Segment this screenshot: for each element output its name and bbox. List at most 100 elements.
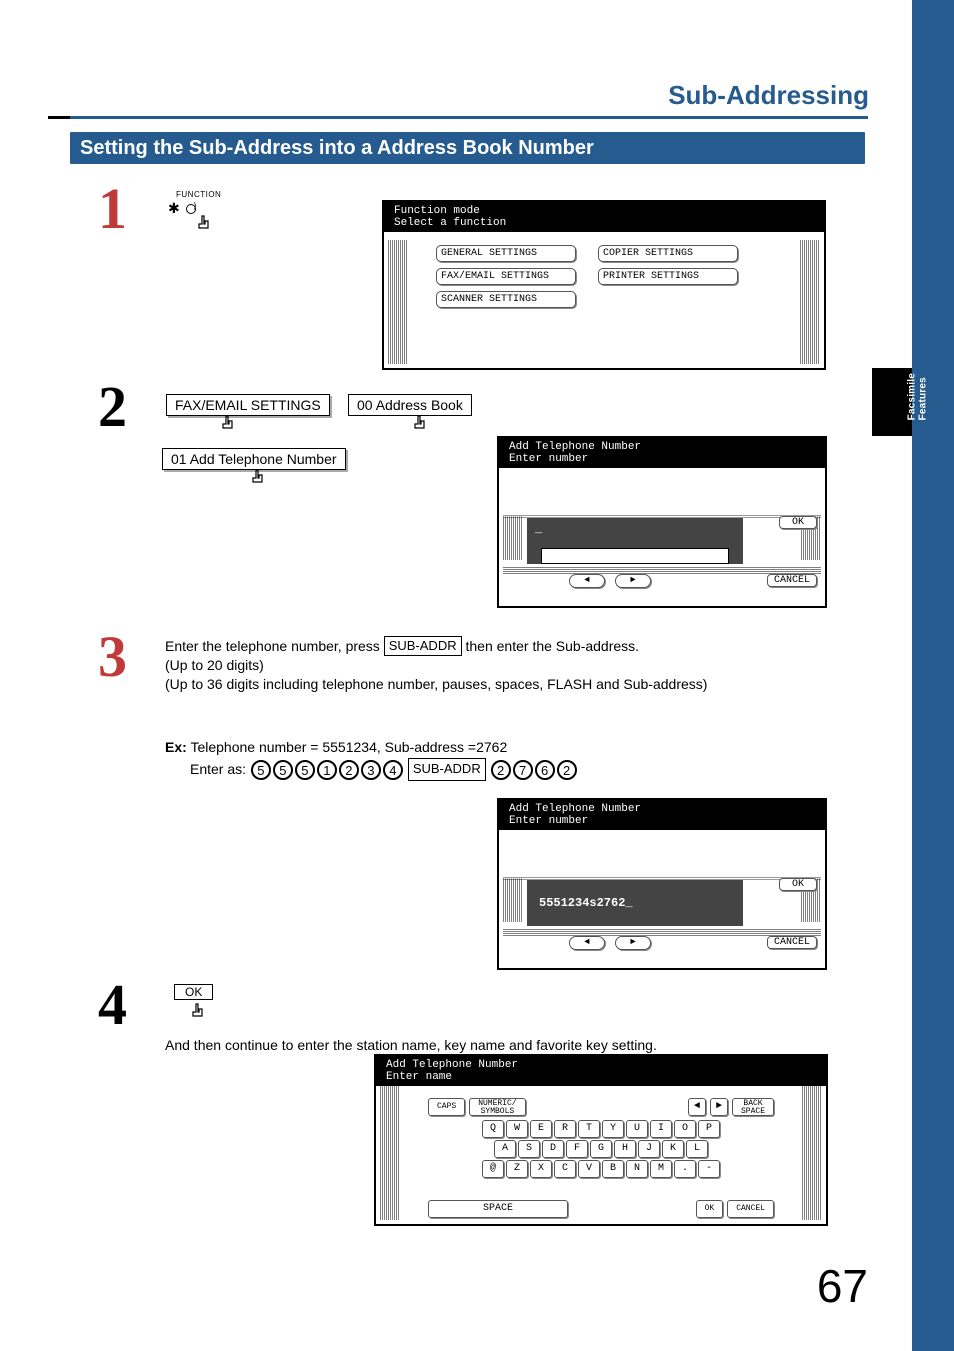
press-pointer-icon	[410, 414, 430, 437]
lcd-screen-enter-name: Add Telephone NumberEnter name CAPS NUME…	[374, 1054, 828, 1226]
left-arrow-button[interactable]: ◄	[569, 936, 605, 950]
space-key[interactable]: SPACE	[428, 1200, 568, 1218]
key-t[interactable]: T	[578, 1120, 600, 1138]
right-arrow-button[interactable]: ►	[615, 936, 651, 950]
key-f[interactable]: F	[566, 1140, 588, 1158]
hatch-decoration	[503, 928, 821, 936]
numeric-symbols-key[interactable]: NUMERIC/ SYMBOLS	[469, 1098, 525, 1116]
press-pointer-icon	[218, 414, 238, 437]
step-number-4: 4	[98, 972, 127, 1037]
btn-address-book[interactable]: 00 Address Book	[348, 394, 472, 416]
hatch-decoration	[380, 1086, 400, 1220]
hatch-decoration	[503, 516, 523, 560]
step-number-1: 1	[98, 176, 127, 241]
input-area: 5551234s2762_	[527, 880, 743, 926]
ok-button[interactable]: OK	[779, 516, 817, 529]
lcd-screen-function-mode: Function modeSelect a function GENERAL S…	[382, 200, 826, 370]
bottom-row: SPACE OK CANCEL	[428, 1200, 774, 1218]
asterisk-icon: ✱	[168, 200, 180, 216]
key-b[interactable]: B	[602, 1160, 624, 1178]
hatch-decoration	[503, 566, 821, 574]
key-y[interactable]: Y	[602, 1120, 624, 1138]
input-area: _	[527, 518, 743, 564]
digit-key: 5	[251, 760, 271, 780]
key-z[interactable]: Z	[506, 1160, 528, 1178]
input-field[interactable]	[541, 548, 729, 564]
lcd-btn-fax-email-settings[interactable]: FAX/EMAIL SETTINGS	[436, 268, 576, 285]
btn-add-telephone-number[interactable]: 01 Add Telephone Number	[162, 448, 346, 470]
caps-key[interactable]: CAPS	[428, 1098, 465, 1116]
lcd-body: GENERAL SETTINGS COPIER SETTINGS FAX/EMA…	[384, 232, 824, 321]
backspace-key[interactable]: BACK SPACE	[732, 1098, 774, 1116]
digit-key: 2	[339, 760, 359, 780]
lcd-header: Add Telephone NumberEnter number	[499, 800, 825, 830]
cancel-key[interactable]: CANCEL	[727, 1200, 774, 1218]
key-@[interactable]: @	[482, 1160, 504, 1178]
ok-button[interactable]: OK	[779, 878, 817, 891]
example-line: Ex: Telephone number = 5551234, Sub-addr…	[165, 736, 507, 758]
key-m[interactable]: M	[650, 1160, 672, 1178]
input-cursor: _	[535, 522, 542, 536]
key-i[interactable]: I	[650, 1120, 672, 1138]
key-k[interactable]: K	[662, 1140, 684, 1158]
left-arrow-key[interactable]: ◄	[688, 1098, 706, 1116]
title-underline	[48, 116, 868, 119]
side-tab-label: Facsimile Features	[906, 373, 928, 420]
key-v[interactable]: V	[578, 1160, 600, 1178]
digit-key: 2	[557, 760, 577, 780]
press-pointer-icon	[248, 468, 268, 491]
right-arrow-button[interactable]: ►	[615, 574, 651, 588]
press-pointer-icon	[194, 214, 214, 237]
heading-bar: Setting the Sub-Address into a Address B…	[70, 132, 865, 164]
key-g[interactable]: G	[590, 1140, 612, 1158]
key-p[interactable]: P	[698, 1120, 720, 1138]
key-u[interactable]: U	[626, 1120, 648, 1138]
lcd-btn-general-settings[interactable]: GENERAL SETTINGS	[436, 245, 576, 262]
key-l[interactable]: L	[686, 1140, 708, 1158]
function-icon: ✱ )	[168, 200, 196, 217]
key-j[interactable]: J	[638, 1140, 660, 1158]
sub-addr-key: SUB-ADDR	[408, 758, 486, 781]
left-arrow-button[interactable]: ◄	[569, 574, 605, 588]
ok-key[interactable]: OK	[696, 1200, 724, 1218]
digit-key: 4	[383, 760, 403, 780]
key-e[interactable]: E	[530, 1120, 552, 1138]
lcd-header: Function modeSelect a function	[384, 202, 824, 232]
key-.[interactable]: .	[674, 1160, 696, 1178]
hatch-decoration	[802, 1086, 822, 1220]
step-number-2: 2	[98, 374, 127, 439]
key-o[interactable]: O	[674, 1120, 696, 1138]
top-row: CAPS NUMERIC/ SYMBOLS ◄ ► BACK SPACE	[428, 1098, 774, 1116]
digit-key: 3	[361, 760, 381, 780]
key-d[interactable]: D	[542, 1140, 564, 1158]
key-h[interactable]: H	[614, 1140, 636, 1158]
key-x[interactable]: X	[530, 1160, 552, 1178]
key-q[interactable]: Q	[482, 1120, 504, 1138]
cancel-button[interactable]: CANCEL	[767, 574, 817, 587]
digit-key: 5	[295, 760, 315, 780]
lcd-btn-scanner-settings[interactable]: SCANNER SETTINGS	[436, 291, 576, 308]
step-2: 2	[98, 378, 127, 436]
step3-text: Enter the telephone number, press SUB-AD…	[165, 636, 785, 694]
key-w[interactable]: W	[506, 1120, 528, 1138]
lcd-btn-printer-settings[interactable]: PRINTER SETTINGS	[598, 268, 738, 285]
lcd-btn-copier-settings[interactable]: COPIER SETTINGS	[598, 245, 738, 262]
cancel-button[interactable]: CANCEL	[767, 936, 817, 949]
digit-key: 6	[535, 760, 555, 780]
cursor	[428, 1092, 436, 1093]
led-icon: )	[186, 204, 196, 214]
key--[interactable]: -	[698, 1160, 720, 1178]
arrow-buttons: ◄ ►	[569, 936, 651, 950]
hatch-decoration	[503, 878, 523, 922]
right-arrow-key[interactable]: ►	[710, 1098, 728, 1116]
key-r[interactable]: R	[554, 1120, 576, 1138]
key-s[interactable]: S	[518, 1140, 540, 1158]
btn-fax-email-settings[interactable]: FAX/EMAIL SETTINGS	[166, 394, 330, 416]
key-c[interactable]: C	[554, 1160, 576, 1178]
key-a[interactable]: A	[494, 1140, 516, 1158]
key-n[interactable]: N	[626, 1160, 648, 1178]
step-4: 4	[98, 976, 127, 1034]
function-label: FUNCTION	[176, 190, 221, 199]
step-1: 1	[98, 180, 127, 238]
lcd-screen-number-entered: Add Telephone NumberEnter number 5551234…	[497, 798, 827, 970]
